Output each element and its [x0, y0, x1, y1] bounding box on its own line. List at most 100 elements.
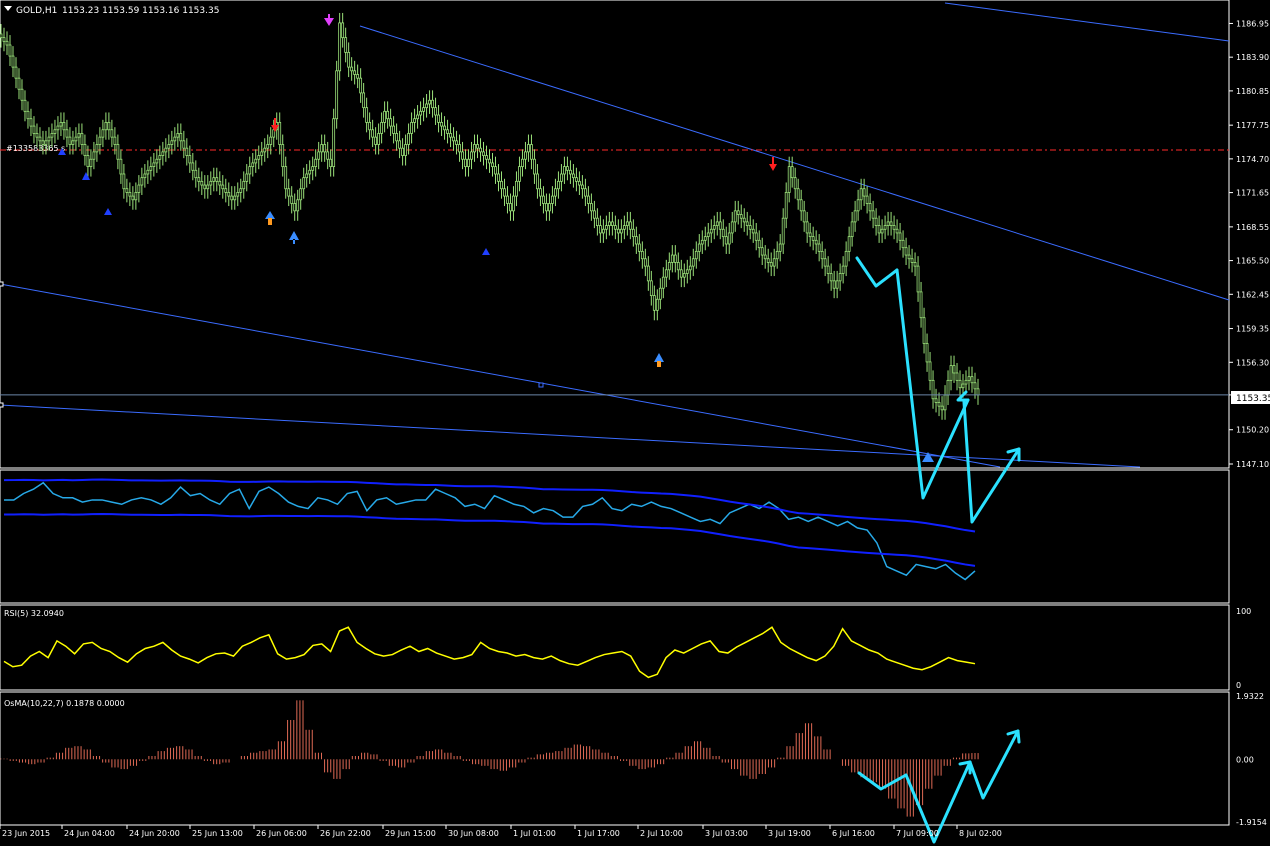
candle-body: [365, 107, 369, 123]
candle-body: [104, 121, 108, 131]
candle-body: [89, 158, 93, 168]
candle-body: [775, 250, 779, 260]
trendline-handle[interactable]: [538, 382, 544, 388]
trendline-lower-1[interactable]: [0, 283, 1001, 468]
candle-body: [646, 265, 650, 282]
candle-body: [242, 180, 246, 190]
candle-body: [697, 243, 701, 252]
candle-body: [224, 188, 228, 193]
candle-body: [745, 221, 749, 226]
candle-body: [655, 298, 659, 311]
candle-body: [86, 155, 90, 168]
candle-body: [35, 133, 39, 138]
candle-body: [221, 184, 225, 190]
price-tick-label: 1174.70: [1236, 155, 1269, 164]
time-tick-label: 1 Jul 17:00: [577, 829, 620, 838]
candle-body: [506, 195, 509, 204]
candle-body: [290, 195, 294, 204]
candle-body: [922, 317, 926, 344]
candle-body: [68, 136, 72, 145]
candle-body: [356, 74, 360, 79]
candle-body: [155, 158, 159, 164]
candle-body: [50, 133, 54, 138]
time-tick-label: 1 Jul 01:00: [513, 829, 556, 838]
candle-body: [62, 121, 66, 131]
candle-body: [83, 144, 87, 156]
annotation-arrows: [855, 256, 1021, 844]
candle-body: [787, 166, 791, 193]
candle-body: [688, 265, 692, 271]
candle-body: [598, 225, 602, 234]
candle-body: [146, 169, 150, 175]
osma-axis: 1.9322 0.00 -1.9154: [1236, 692, 1267, 827]
candle-body: [754, 232, 758, 241]
candle-body: [557, 180, 560, 190]
candle-body: [616, 228, 620, 234]
candle-body: [464, 158, 467, 168]
candle-body: [949, 365, 953, 381]
candle-body: [584, 188, 587, 197]
candle-body: [542, 195, 545, 204]
candle-body: [793, 177, 797, 190]
candle-body: [362, 92, 366, 109]
candle-body: [38, 136, 42, 142]
trendline-top[interactable]: [944, 2, 1230, 42]
candle-body: [772, 258, 776, 267]
candle-body: [913, 262, 917, 267]
dropdown-triangle-icon[interactable]: [4, 6, 12, 11]
candle-body: [416, 114, 419, 120]
candle-body: [706, 232, 710, 238]
candle-body: [895, 228, 899, 234]
candle-body: [581, 184, 584, 190]
candle-body: [332, 118, 336, 168]
candle-body: [694, 250, 698, 260]
candle-body: [368, 121, 372, 131]
rsi-label: RSI(5) 32.0940: [4, 609, 64, 618]
candle-body: [14, 66, 18, 79]
candle-body: [245, 173, 249, 182]
candle-body: [898, 232, 902, 241]
candle-body: [578, 180, 581, 186]
trendlines[interactable]: [0, 2, 1230, 468]
candle-body: [302, 177, 306, 190]
candle-body: [880, 228, 884, 234]
candle-body: [257, 155, 261, 160]
time-tick-label: 24 Jun 04:00: [64, 829, 115, 838]
candle-body: [703, 236, 707, 241]
candle-body: [937, 402, 941, 407]
candle-body: [311, 166, 315, 171]
candle-body: [293, 203, 297, 212]
candle-body: [59, 121, 63, 127]
candle-body: [700, 239, 704, 245]
candle-body: [661, 276, 665, 289]
candle-body: [781, 217, 785, 245]
candle-body: [260, 151, 264, 156]
candle-body: [934, 398, 938, 403]
candle-body: [494, 166, 497, 175]
candle-body: [131, 195, 135, 201]
candle-body: [107, 121, 111, 131]
candle-body: [527, 144, 530, 153]
time-tick-label: 26 Jun 06:00: [256, 829, 307, 838]
candle-body: [278, 121, 282, 145]
candle-body: [551, 195, 554, 204]
chart-window[interactable]: #133583365 s 1186.95 1183.90 1180.85 1177.7…: [0, 0, 1270, 846]
candle-body: [449, 133, 452, 138]
candle-body: [0, 33, 3, 39]
candle-body: [640, 250, 644, 260]
candle-body: [715, 221, 719, 226]
candle-body: [182, 140, 186, 149]
current-price-label: 1153.35: [1236, 394, 1270, 404]
candle-body: [23, 99, 27, 112]
candle-body: [143, 173, 147, 179]
trendline-handle[interactable]: [0, 402, 4, 408]
candle-body: [383, 110, 387, 123]
candle-body: [838, 273, 842, 282]
candle-body: [230, 195, 234, 201]
candle-body: [185, 147, 189, 156]
candle-body: [251, 162, 255, 168]
candle-body: [485, 155, 488, 160]
candle-body: [649, 280, 653, 296]
candle-body: [799, 199, 803, 212]
trendline-handle[interactable]: [0, 281, 4, 287]
